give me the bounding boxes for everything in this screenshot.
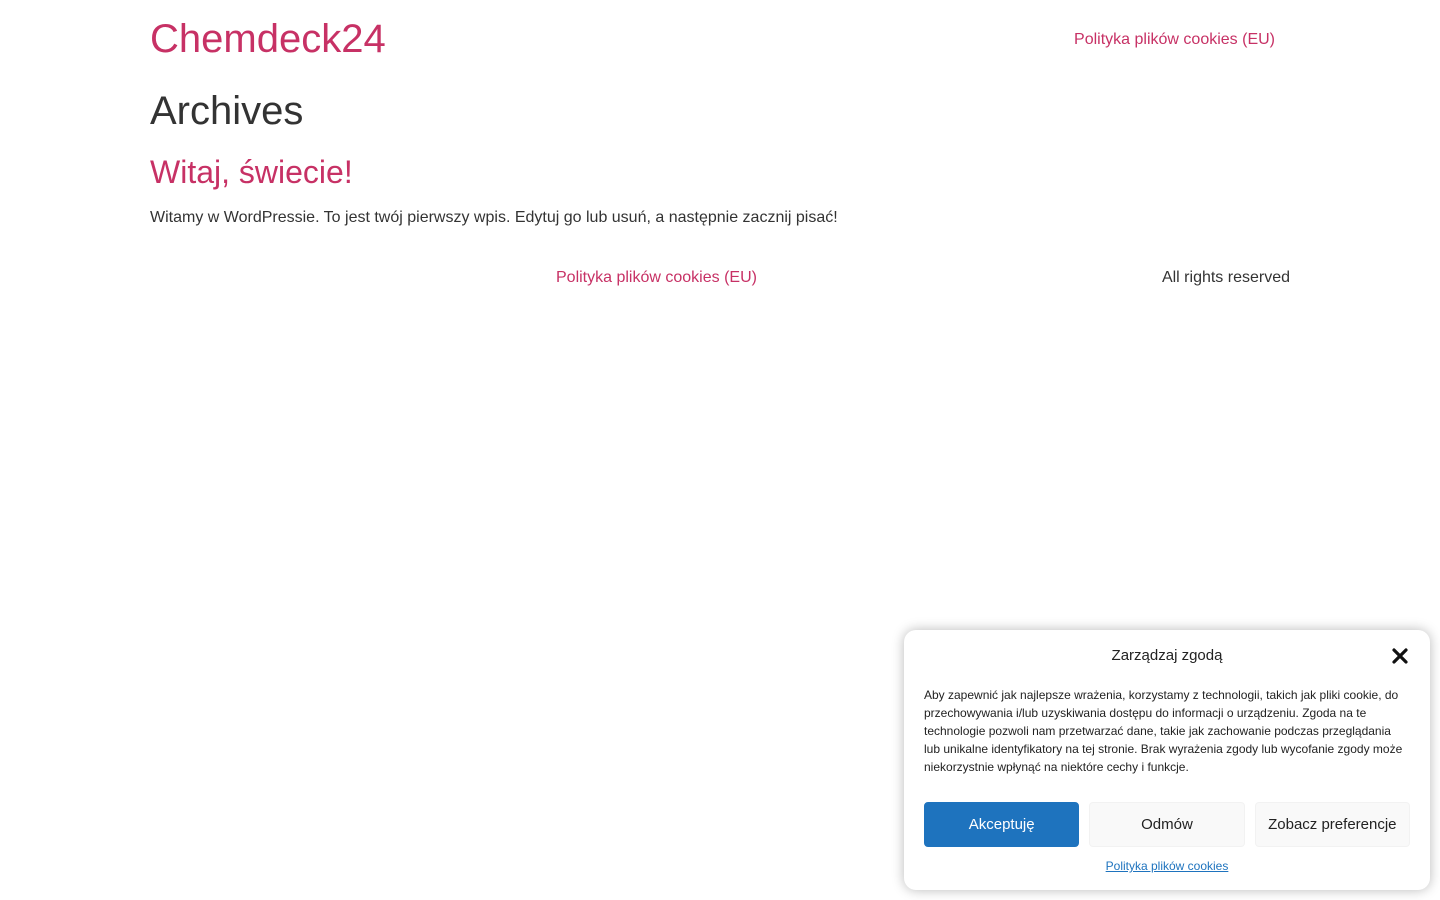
post-excerpt: Witamy w WordPressie. To jest twój pierw… xyxy=(150,209,838,226)
site-footer: Polityka plików cookies (EU) All rights … xyxy=(150,265,1290,295)
cookie-banner-buttons: Akceptuję Odmów Zobacz preferencje xyxy=(924,802,1410,847)
post-title-link[interactable]: Witaj, świecie! xyxy=(150,153,353,191)
view-preferences-button[interactable]: Zobacz preferencje xyxy=(1254,802,1410,847)
header-nav-cookie-policy-link[interactable]: Polityka plików cookies (EU) xyxy=(1074,30,1275,50)
cookie-banner-message: Aby zapewnić jak najlepsze wrażenia, kor… xyxy=(924,688,1403,774)
page-title: Archives xyxy=(150,89,304,133)
footer-cookie-policy-link[interactable]: Polityka plików cookies (EU) xyxy=(556,268,757,288)
cookie-policy-link[interactable]: Polityka plików cookies xyxy=(1106,859,1229,873)
close-icon[interactable] xyxy=(1390,646,1410,666)
site-title-link[interactable]: Chemdeck24 xyxy=(150,17,386,61)
deny-button[interactable]: Odmów xyxy=(1089,802,1245,847)
accept-button[interactable]: Akceptuję xyxy=(924,802,1080,847)
cookie-banner-policy: Polityka plików cookies xyxy=(904,858,1430,874)
cookie-banner-title: Zarządzaj zgodą xyxy=(1111,647,1223,664)
footer-copyright: All rights reserved xyxy=(1161,269,1290,286)
site-header: Chemdeck24 Polityka plików cookies (EU) xyxy=(150,0,1290,80)
cookie-consent-banner: Zarządzaj zgodą Aby zapewnić jak najleps… xyxy=(904,630,1430,890)
